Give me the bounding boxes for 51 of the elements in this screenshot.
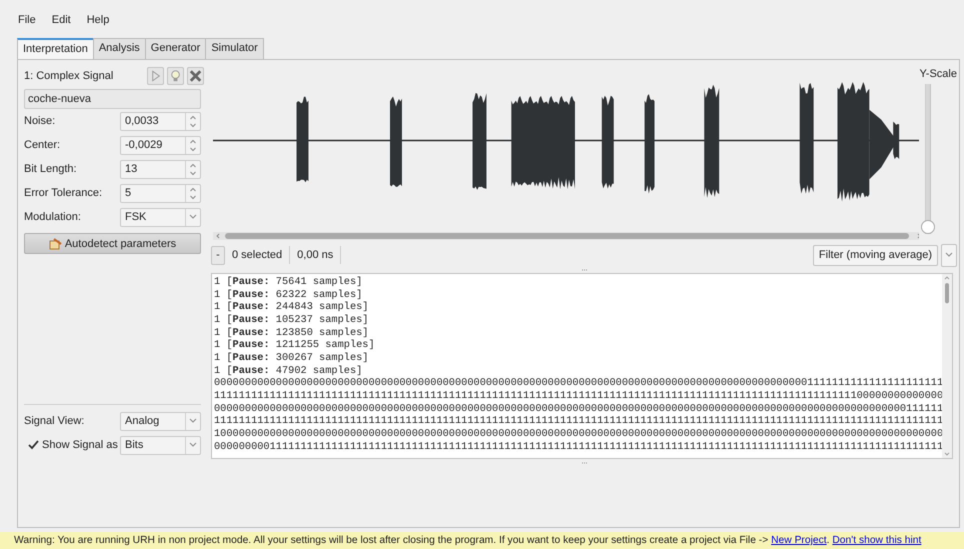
menu-item[interactable]: Help	[84, 13, 112, 27]
spin-box[interactable]: -0,0029	[120, 136, 201, 154]
horizontal-scrollbar[interactable]	[211, 232, 919, 240]
checkbox[interactable]	[28, 440, 39, 450]
slider-thumb[interactable]	[921, 220, 935, 234]
filter-dropdown[interactable]	[941, 244, 957, 266]
signal-name-field[interactable]: coche-nueva	[24, 89, 201, 109]
output-line: 1 [Pause: 244843 samples]	[214, 301, 368, 314]
selection-duration: 0,00 ns	[296, 249, 334, 261]
warning-message: Warning: You are running URH in non project mode. All your settings will be lost after closing the program. If you want to keep your settings create a project via File -> New Project. Don't show this hint	[14, 535, 922, 546]
output-line: 1 [Pause: 75641 samples]	[214, 276, 362, 289]
splitter-handle-icon[interactable]	[582, 462, 588, 464]
selection-count: 0 selected	[231, 249, 284, 261]
autodetect-button[interactable]: Autodetect parameters	[24, 233, 201, 254]
menu-item[interactable]: Edit	[50, 13, 73, 27]
output-line: 1 [Pause: 105237 samples]	[214, 314, 368, 327]
field-label: Bit Length:	[24, 163, 78, 175]
field-label: Center:	[24, 139, 62, 151]
splitter-handle-icon[interactable]	[582, 268, 588, 270]
hide-hint-link[interactable]: Don't show this hint	[832, 535, 922, 546]
combo-box[interactable]: Bits	[120, 436, 201, 454]
spin-box[interactable]: 13	[120, 160, 201, 178]
output-line: 1 [Pause: 47902 samples]	[214, 364, 362, 378]
output-line: 1 [Pause: 123850 samples]	[214, 326, 368, 340]
combo-box[interactable]: FSK	[120, 208, 201, 226]
spin-box[interactable]: 0,0033	[120, 112, 201, 130]
y-scale-label: Y-Scale	[919, 68, 957, 80]
field-label: Error Tolerance:	[24, 187, 104, 199]
signal-title: 1: Complex Signal	[24, 70, 114, 82]
field-label: Noise:	[24, 115, 56, 127]
tab[interactable]: Generator	[144, 38, 206, 59]
tab[interactable]: Interpretation	[17, 38, 94, 59]
wand-icon	[48, 238, 62, 250]
spin-box[interactable]: 5	[120, 184, 201, 202]
output-line: 1 [Pause: 300267 samples]	[214, 352, 368, 365]
output-line: 1 [Pause: 1211255 samples]	[214, 339, 375, 352]
combo-box[interactable]: Analog	[120, 412, 201, 430]
new-project-link[interactable]: New Project	[771, 535, 827, 546]
filter-button[interactable]: Filter (moving average)	[812, 244, 938, 266]
close-icon[interactable]	[186, 67, 204, 85]
field-label: Signal View:	[24, 415, 86, 427]
vertical-scrollbar[interactable]	[942, 274, 952, 458]
output-line: 1 [Pause: 62322 samples]	[214, 288, 362, 302]
play-icon[interactable]	[146, 67, 164, 85]
lightbulb-icon[interactable]	[166, 67, 184, 85]
tab[interactable]: Simulator	[205, 38, 264, 59]
field-label: Modulation:	[24, 211, 82, 223]
menu-item[interactable]: File	[16, 13, 38, 27]
minus-button[interactable]: -	[211, 246, 225, 264]
checkbox-label: Show Signal as	[42, 439, 118, 451]
tab[interactable]: Analysis	[92, 38, 146, 59]
